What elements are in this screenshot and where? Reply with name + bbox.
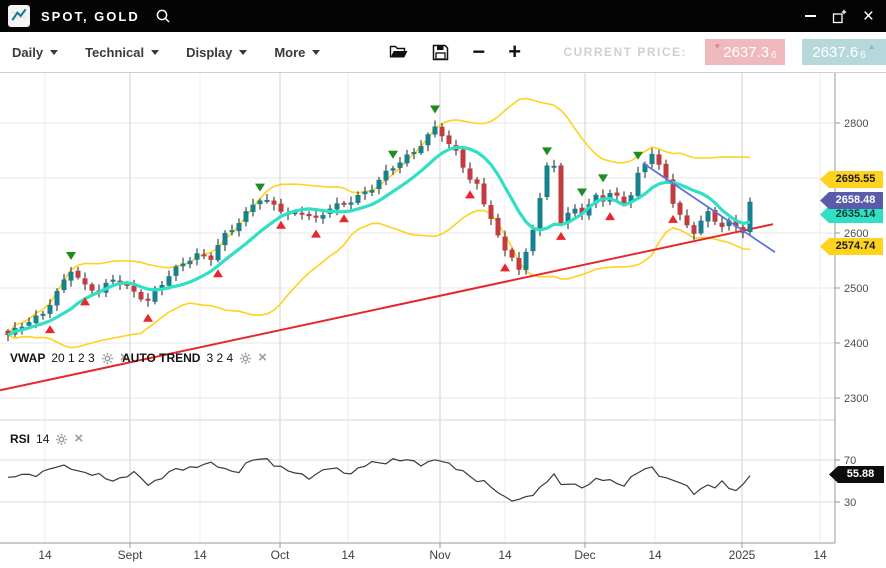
price-tick-label: 2800 (844, 118, 868, 130)
buy-marker (500, 263, 510, 271)
buy-marker (45, 325, 55, 333)
buy-marker (465, 190, 475, 198)
time-tick-label: 14 (193, 548, 207, 562)
ask-pip: 6 (860, 50, 866, 61)
symbol-title: SPOT, GOLD (41, 9, 140, 24)
autotrend-indicator-label: AUTO TREND 3 2 4 × (122, 351, 267, 365)
plot-area (0, 99, 775, 502)
sell-marker (542, 147, 552, 155)
open-folder-icon[interactable] (389, 44, 409, 60)
last-close-price-badge: 2658.48 (820, 192, 883, 209)
menu-timeframe[interactable]: Daily (12, 45, 58, 60)
buy-marker (668, 215, 678, 223)
time-tick-label: Nov (429, 548, 450, 562)
menu-more[interactable]: More (274, 45, 320, 60)
zoom-in-icon[interactable]: + (508, 42, 521, 62)
rsi-tick-label: 70 (844, 455, 856, 467)
price-tick-label: 2400 (844, 338, 868, 350)
rsi-params: 14 (36, 432, 49, 446)
sell-marker (66, 252, 76, 260)
time-tick-label: Sept (118, 548, 143, 562)
buy-marker (276, 221, 286, 229)
rsi-value-badge: 55.88 (829, 466, 884, 483)
app-logo-icon (8, 5, 30, 27)
price-chart-canvas[interactable]: 28002600250024002300703014Sept14Oct14Nov… (0, 0, 886, 568)
price-tick-label: 2500 (844, 283, 868, 295)
current-price-group: CURRENT PRICE: ▼ 2637.3 6 2637.6 6 ▲ (563, 32, 886, 72)
time-tick-label: 14 (648, 548, 662, 562)
time-tick-label: 14 (341, 548, 355, 562)
chevron-down-icon (312, 50, 320, 55)
upper-band-price-badge: 2695.55 (820, 171, 883, 188)
remove-indicator-icon[interactable]: × (74, 433, 83, 445)
bollinger-lower-band (8, 211, 750, 348)
sell-marker (430, 106, 440, 114)
auto-trend-support (0, 224, 773, 390)
chevron-down-icon (151, 50, 159, 55)
title-bar: SPOT, GOLD × (0, 0, 886, 32)
vwap-indicator-label: VWAP 20 1 2 3 × (10, 351, 128, 365)
rsi-indicator-label: RSI 14 × (10, 432, 83, 446)
current-price-label: CURRENT PRICE: (563, 45, 687, 59)
toolbar: Daily Technical Display More (0, 32, 886, 73)
ask-price-badge: 2637.6 6 ▲ (802, 39, 886, 65)
buy-marker (143, 314, 153, 322)
close-icon[interactable]: × (863, 7, 874, 26)
remove-indicator-icon[interactable]: × (258, 352, 267, 364)
bid-pip: 6 (771, 50, 777, 61)
autotrend-params: 3 2 4 (206, 351, 233, 365)
time-tick-label: 14 (38, 548, 52, 562)
buy-marker (311, 230, 321, 238)
time-tick-label: 14 (813, 548, 827, 562)
gear-icon[interactable] (55, 433, 68, 446)
bid-price-badge: ▼ 2637.3 6 (705, 39, 785, 65)
time-tick-label: Oct (271, 548, 290, 562)
popout-icon[interactable] (832, 9, 847, 24)
save-icon[interactable] (432, 44, 449, 61)
up-arrow-icon: ▲ (868, 42, 876, 51)
menu-display[interactable]: Display (186, 45, 247, 60)
window-controls: × (805, 7, 874, 26)
time-tick-label: 14 (498, 548, 512, 562)
vwap-params: 20 1 2 3 (51, 351, 94, 365)
price-tick-label: 2300 (844, 393, 868, 405)
buy-marker (605, 212, 615, 220)
chevron-down-icon (50, 50, 58, 55)
minimize-icon[interactable] (805, 15, 816, 17)
rsi-line (8, 459, 750, 502)
ask-price: 2637.6 (812, 44, 858, 61)
rsi-tick-label: 30 (844, 497, 856, 509)
gear-icon[interactable] (101, 352, 114, 365)
time-tick-label: Dec (574, 548, 595, 562)
search-icon[interactable] (155, 8, 171, 24)
menu-technical[interactable]: Technical (85, 45, 159, 60)
down-arrow-icon: ▼ (713, 42, 721, 51)
gridlines (0, 73, 835, 543)
sell-marker (388, 151, 398, 159)
lower-band-price-badge: 2574.74 (820, 238, 883, 255)
trading-app-window: 28002600250024002300703014Sept14Oct14Nov… (0, 0, 886, 568)
time-tick-label: 2025 (729, 548, 756, 562)
bollinger-upper-band (8, 99, 750, 335)
zoom-out-icon[interactable]: − (472, 42, 485, 62)
gear-icon[interactable] (239, 352, 252, 365)
chevron-down-icon (239, 50, 247, 55)
sell-marker (255, 184, 265, 192)
bid-price: 2637.3 (723, 44, 769, 61)
tool-icons: − + (389, 42, 521, 62)
